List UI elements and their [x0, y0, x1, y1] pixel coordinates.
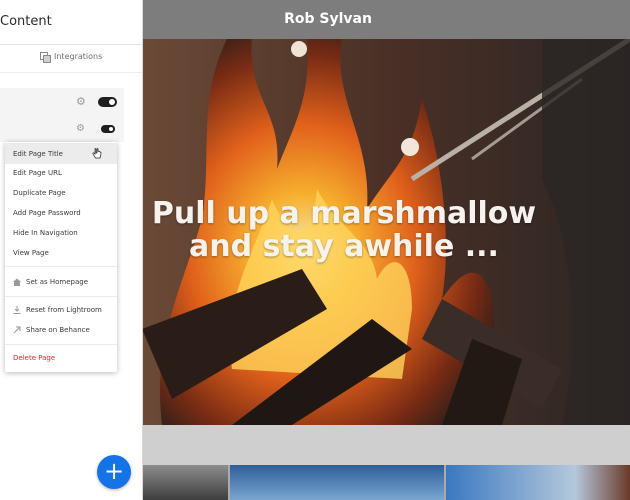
- section-divider: [0, 72, 142, 73]
- integrations-icon: [40, 52, 51, 63]
- menu-item-label: Share on Behance: [26, 326, 90, 334]
- gear-icon[interactable]: ⚙: [76, 96, 88, 108]
- pointer-hand-icon: [92, 148, 102, 159]
- menu-item-duplicate-page[interactable]: Duplicate Page: [13, 189, 66, 197]
- gallery-thumbnail[interactable]: [230, 465, 444, 500]
- share-arrow-icon: [13, 326, 21, 334]
- section-divider-band: [142, 425, 630, 465]
- page-row[interactable]: ⚙: [0, 88, 124, 116]
- visibility-toggle[interactable]: [101, 125, 115, 133]
- site-preview: Rob Sylvan Pull up a marshmallow and sta…: [142, 0, 630, 500]
- menu-item-reset-from-lightroom[interactable]: Reset from Lightroom: [13, 306, 102, 314]
- menu-item-set-as-homepage[interactable]: Set as Homepage: [13, 278, 88, 286]
- hero-image[interactable]: Pull up a marshmallow and stay awhile ..…: [142, 39, 630, 425]
- menu-divider: [5, 266, 117, 267]
- menu-item-label: View Page: [13, 249, 49, 257]
- menu-item-label: Hide In Navigation: [13, 229, 78, 237]
- menu-item-label: Duplicate Page: [13, 189, 66, 197]
- menu-item-share-on-behance[interactable]: Share on Behance: [13, 326, 90, 334]
- page-row[interactable]: ⚙: [0, 116, 124, 142]
- menu-item-label: Add Page Password: [13, 209, 81, 217]
- header-divider: [0, 44, 142, 45]
- home-icon: [13, 278, 21, 286]
- panel-title: Content: [0, 14, 52, 29]
- menu-item-hide-in-navigation[interactable]: Hide In Navigation: [13, 229, 78, 237]
- menu-item-delete-page[interactable]: Delete Page: [13, 354, 55, 362]
- menu-item-label: Edit Page URL: [13, 169, 62, 177]
- visibility-toggle[interactable]: [98, 97, 117, 107]
- menu-item-add-page-password[interactable]: Add Page Password: [13, 209, 81, 217]
- menu-divider: [5, 296, 117, 297]
- integrations-tab[interactable]: Integrations: [40, 52, 103, 63]
- site-header: Rob Sylvan: [142, 0, 630, 39]
- menu-divider: [5, 344, 117, 345]
- integrations-label: Integrations: [54, 52, 103, 61]
- hero-heading-line-2: and stay awhile ...: [189, 229, 499, 264]
- gear-icon[interactable]: ⚙: [76, 123, 88, 135]
- download-icon: [13, 306, 21, 314]
- add-page-button[interactable]: +: [97, 455, 131, 489]
- gallery-thumbnail[interactable]: [142, 465, 228, 500]
- menu-item-label: Edit Page Title: [13, 149, 63, 158]
- menu-item-edit-page-url[interactable]: Edit Page URL: [13, 169, 62, 177]
- gallery-thumbnail[interactable]: [446, 465, 630, 500]
- hero-heading-line-1: Pull up a marshmallow: [151, 196, 537, 231]
- page-context-menu: Edit Page Title Edit Page URL Duplicate …: [5, 142, 117, 372]
- site-title[interactable]: Rob Sylvan: [142, 11, 514, 27]
- menu-item-label: Delete Page: [13, 354, 56, 362]
- menu-item-view-page[interactable]: View Page: [13, 249, 49, 257]
- menu-item-label: Reset from Lightroom: [26, 306, 102, 314]
- menu-item-label: Set as Homepage: [26, 278, 89, 286]
